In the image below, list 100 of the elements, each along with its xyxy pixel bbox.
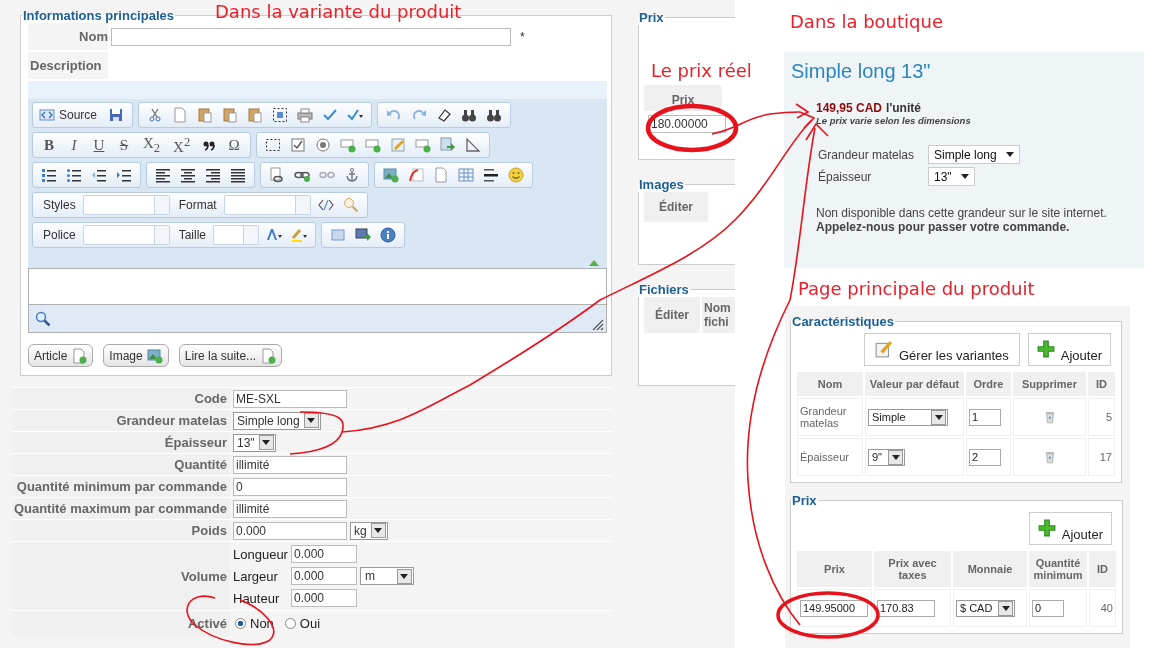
field-icon[interactable] xyxy=(340,137,357,153)
list-icon[interactable] xyxy=(66,167,82,183)
highlighter-icon[interactable] xyxy=(291,227,308,243)
select-field[interactable]: kg xyxy=(350,521,388,540)
select-field[interactable]: 13" xyxy=(928,167,975,186)
insert-button[interactable]: Image xyxy=(103,344,169,367)
select-field[interactable]: $ CAD xyxy=(956,599,1016,617)
link-icon[interactable] xyxy=(269,167,285,183)
list-icon[interactable] xyxy=(41,167,57,183)
search-icon[interactable] xyxy=(35,310,51,327)
dropdown-field[interactable] xyxy=(82,195,170,215)
form-icon[interactable] xyxy=(265,137,282,153)
format-button[interactable]: S xyxy=(114,136,134,154)
action-button[interactable]: Ajouter xyxy=(1028,512,1112,545)
price-field[interactable]: 180.00000 xyxy=(648,115,726,133)
format-button[interactable]: B xyxy=(39,136,59,154)
binoculars-icon[interactable] xyxy=(461,107,478,123)
monitor-icon[interactable] xyxy=(355,227,372,243)
clipboard-icon[interactable] xyxy=(222,107,239,123)
arrow-icon[interactable] xyxy=(440,137,457,153)
outdent-icon[interactable] xyxy=(91,167,107,183)
pencil-icon[interactable] xyxy=(390,137,407,153)
format-button[interactable]: U xyxy=(89,136,109,154)
select-field[interactable]: Simple long xyxy=(233,411,321,430)
column-header: ID xyxy=(1088,372,1115,396)
checkbox-icon[interactable] xyxy=(290,137,307,153)
insert-button[interactable]: Lire la suite... xyxy=(178,344,283,367)
anchor-icon[interactable] xyxy=(344,167,360,183)
text-area[interactable] xyxy=(28,268,607,305)
select-field[interactable]: Simple xyxy=(868,408,948,426)
align-center-icon[interactable] xyxy=(180,167,196,183)
column-header: Monnaie xyxy=(953,551,1027,587)
trash-icon[interactable] xyxy=(1044,410,1055,424)
clipboard-icon[interactable] xyxy=(197,107,214,123)
dropdown-field[interactable] xyxy=(223,195,311,215)
info-icon[interactable] xyxy=(380,227,397,243)
rule-icon[interactable] xyxy=(483,167,499,183)
format-button[interactable]: Ω xyxy=(224,136,245,154)
spellcheck-icon[interactable] xyxy=(347,107,364,123)
image-icon[interactable] xyxy=(383,167,399,183)
action-button[interactable]: Ajouter xyxy=(1027,333,1111,366)
table-cell: 17 xyxy=(1088,438,1115,476)
source-button[interactable]: Source xyxy=(39,107,102,123)
field-icon[interactable] xyxy=(365,137,382,153)
binoculars-icon[interactable] xyxy=(486,107,503,123)
field-icon[interactable] xyxy=(415,137,432,153)
flash-icon[interactable] xyxy=(408,167,424,183)
justify-icon[interactable] xyxy=(230,167,246,183)
action-button[interactable]: Gérer les variantes xyxy=(863,333,1020,366)
div-icon[interactable] xyxy=(317,197,334,213)
format-button[interactable]: X$^{2}$ xyxy=(169,134,195,156)
ruler-icon[interactable] xyxy=(465,137,482,153)
select-all-icon[interactable] xyxy=(272,107,289,123)
save-icon[interactable] xyxy=(108,107,125,123)
order-field[interactable]: 2 xyxy=(969,448,1001,466)
table-icon[interactable] xyxy=(458,167,474,183)
text-field[interactable]: 0.000 xyxy=(290,567,357,585)
price-field[interactable]: 170.83 xyxy=(877,599,935,617)
field-label: Taille xyxy=(177,228,208,242)
eraser-icon[interactable] xyxy=(436,107,453,123)
caret-icon xyxy=(1005,152,1014,157)
trash-icon[interactable] xyxy=(1044,450,1055,464)
clipboard-icon[interactable] xyxy=(247,107,264,123)
indent-icon[interactable] xyxy=(116,167,132,183)
resize-grip-icon[interactable] xyxy=(592,319,604,331)
text-field[interactable]: illimité xyxy=(233,455,347,474)
text-color-icon[interactable] xyxy=(266,227,283,243)
text-field[interactable]: 0.000 xyxy=(290,589,357,607)
align-right-icon[interactable] xyxy=(205,167,221,183)
text-field[interactable]: 0.000 xyxy=(290,545,357,563)
format-button[interactable]: X$_{2}$ xyxy=(139,134,165,156)
quantity-field[interactable]: 0 xyxy=(1032,599,1064,617)
text-field[interactable]: ME-SXL xyxy=(233,389,347,408)
radio-option[interactable]: Oui xyxy=(284,616,321,631)
radio-icon[interactable] xyxy=(315,137,332,153)
dropdown-field[interactable] xyxy=(213,225,260,245)
align-left-icon[interactable] xyxy=(155,167,171,183)
select-field[interactable]: 13" xyxy=(233,433,276,452)
price-field[interactable]: 149.95000 xyxy=(800,599,868,617)
field-label: Épaisseur xyxy=(12,432,230,453)
smiley-icon[interactable] xyxy=(508,167,524,183)
spellcheck-icon[interactable] xyxy=(322,107,339,123)
page-icon[interactable] xyxy=(433,167,449,183)
select-field[interactable]: Simple long xyxy=(928,145,1020,164)
dropdown-field[interactable] xyxy=(82,225,170,245)
format-button[interactable]: I xyxy=(64,136,84,154)
select-field[interactable]: m xyxy=(359,567,414,585)
column-header: Nom xyxy=(797,372,863,396)
order-field[interactable]: 1 xyxy=(969,408,1001,426)
name-field[interactable] xyxy=(111,27,511,46)
text-field[interactable]: 0 xyxy=(233,477,347,496)
call-to-action: Appelez-nous pour passer votre commande. xyxy=(816,220,1070,234)
select-field[interactable]: 9" xyxy=(868,448,906,466)
scissors-icon[interactable] xyxy=(147,107,164,123)
text-field[interactable]: illimité xyxy=(233,499,347,518)
printer-icon[interactable] xyxy=(297,107,314,123)
insert-button[interactable]: Article xyxy=(28,344,94,367)
option-label: Grandeur matelas xyxy=(818,147,915,162)
text-field[interactable]: 0.000 xyxy=(233,521,347,540)
collapse-icon[interactable] xyxy=(589,260,599,266)
